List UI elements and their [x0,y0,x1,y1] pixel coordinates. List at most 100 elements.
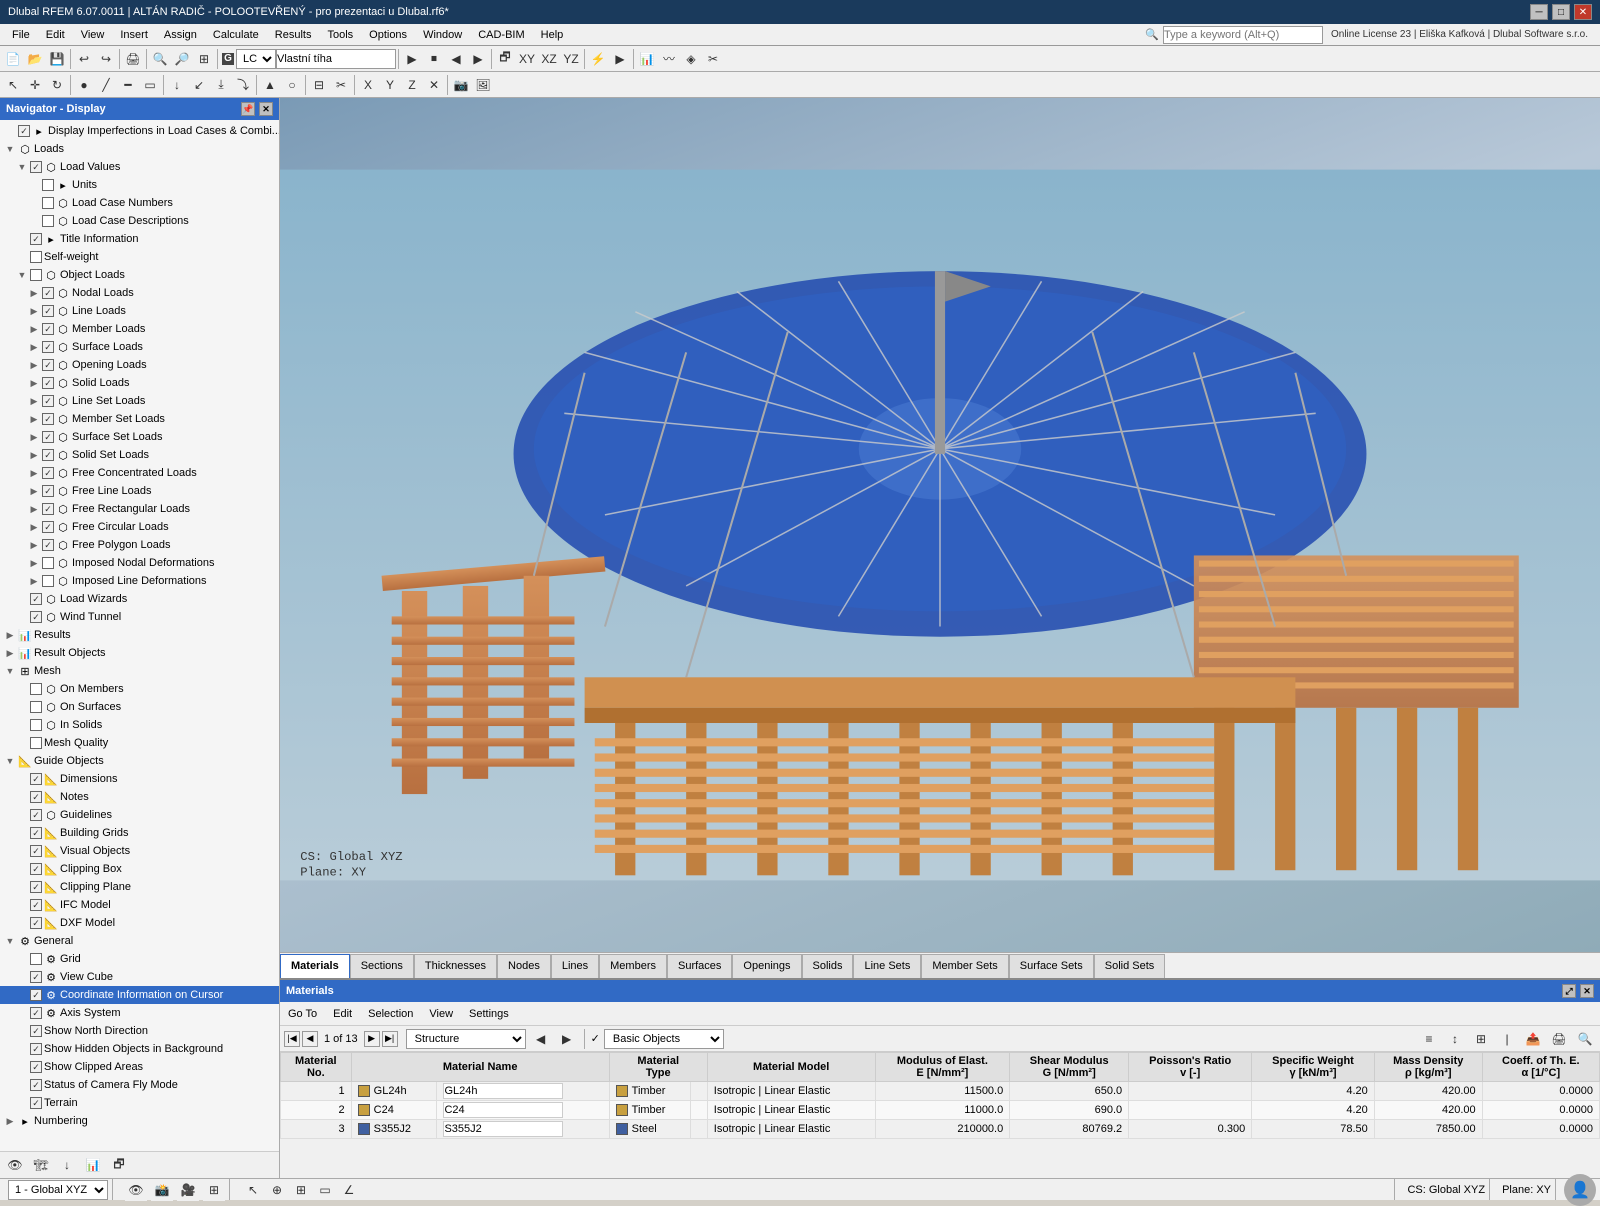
nav-item-numbering[interactable]: ▶▸Numbering [0,1112,279,1130]
nav-item-notes[interactable]: 📐Notes [0,788,279,806]
checkbox-dimensions[interactable] [30,773,42,785]
panel-goto[interactable]: Go To [284,1006,321,1022]
nav-item-on-members[interactable]: ⬡On Members [0,680,279,698]
checkbox-line-set-loads[interactable] [42,395,54,407]
delete-btn[interactable]: ✕ [423,74,445,96]
checkbox-member-loads[interactable] [42,323,54,335]
checkbox-coordinate-info[interactable] [30,989,42,1001]
tab-solid-sets[interactable]: Solid Sets [1094,954,1166,978]
y-axis-btn[interactable]: Y [379,74,401,96]
zoom-in-btn[interactable]: 🔍 [149,48,171,70]
search-input[interactable] [1163,26,1323,44]
nav-item-show-north-direction[interactable]: Show North Direction [0,1022,279,1040]
tab-line-sets[interactable]: Line Sets [853,954,921,978]
checkbox-clipping-box[interactable] [30,863,42,875]
checkbox-terrain[interactable] [30,1097,42,1109]
nav-item-wind-tunnel[interactable]: ⬡Wind Tunnel [0,608,279,626]
menu-insert[interactable]: Insert [112,27,156,43]
surface-btn[interactable]: ▭ [139,74,161,96]
nav-item-free-line-loads[interactable]: ▶⬡Free Line Loads [0,482,279,500]
prev-page-btn[interactable]: ◀ [302,1031,318,1047]
nav-item-title-information[interactable]: ▸Title Information [0,230,279,248]
maximize-button[interactable]: □ [1552,4,1570,20]
nav-item-general[interactable]: ▼⚙General [0,932,279,950]
checkbox-display-imperfections[interactable] [18,125,30,137]
menu-calculate[interactable]: Calculate [205,27,267,43]
view3d-btn[interactable]: 🗗 [494,48,516,70]
nav-item-in-solids[interactable]: ⬡In Solids [0,716,279,734]
nav-item-mesh[interactable]: ▼⊞Mesh [0,662,279,680]
x-axis-btn[interactable]: X [357,74,379,96]
checkbox-surface-loads[interactable] [42,341,54,353]
cell-name-input[interactable] [437,1120,609,1139]
checkbox-surface-set-loads[interactable] [42,431,54,443]
nav-item-status-of-camera[interactable]: Status of Camera Fly Mode [0,1076,279,1094]
checkbox-axis-system[interactable] [30,1007,42,1019]
panel-edit[interactable]: Edit [329,1006,356,1022]
checkbox-solid-loads[interactable] [42,377,54,389]
menu-results[interactable]: Results [267,27,320,43]
menu-assign[interactable]: Assign [156,27,205,43]
load-case-select[interactable]: LC1 [236,49,276,69]
nav-item-free-circular-loads[interactable]: ▶⬡Free Circular Loads [0,518,279,536]
calc-lc-btn[interactable]: ▶ [609,48,631,70]
tab-materials[interactable]: Materials [280,954,350,978]
nav-item-coordinate-info[interactable]: ⚙Coordinate Information on Cursor [0,986,279,1004]
hinge-btn[interactable]: ○ [281,74,303,96]
checkbox-free-concentrated-loads[interactable] [42,467,54,479]
checkbox-building-grids[interactable] [30,827,42,839]
member-btn[interactable]: ━ [117,74,139,96]
close-button[interactable]: ✕ [1574,4,1592,20]
nav-item-axis-system[interactable]: ⚙Axis System [0,1004,279,1022]
checkbox-object-loads[interactable] [30,269,42,281]
new-btn[interactable]: 📄 [2,48,24,70]
table-row[interactable]: 3 S355J2 Steel Isotropic | Linear Elasti… [281,1120,1600,1139]
checkbox-show-hidden-objects[interactable] [30,1043,42,1055]
table-row[interactable]: 2 C24 Timber Isotropic | Linear Elastic … [281,1101,1600,1120]
filter-select-2[interactable]: Basic Objects [604,1029,724,1049]
panel-close-btn[interactable]: ✕ [1580,984,1594,998]
status-snap-btn[interactable]: ⊕ [266,1179,288,1200]
checkbox-wind-tunnel[interactable] [30,611,42,623]
first-page-btn[interactable]: |◀ [284,1031,300,1047]
nav-item-imposed-line-deformations[interactable]: ▶⬡Imposed Line Deformations [0,572,279,590]
nav-item-units[interactable]: ▸Units [0,176,279,194]
cell-name-input[interactable] [437,1101,609,1120]
select-btn[interactable]: ↖ [2,74,24,96]
calc-all-btn[interactable]: ⚡ [587,48,609,70]
nav-item-load-case-descriptions[interactable]: ⬡Load Case Descriptions [0,212,279,230]
nav-item-grid[interactable]: ⚙Grid [0,950,279,968]
print-btn[interactable]: 🖨 [122,48,144,70]
last-page-btn[interactable]: ▶| [382,1031,398,1047]
menu-cad-bim[interactable]: CAD-BIM [470,27,532,43]
nav-icon-results[interactable]: 📊 [82,1154,104,1176]
table-search-btn[interactable]: 🔍 [1574,1028,1596,1050]
nav-icon-views[interactable]: 🗗 [108,1154,130,1176]
section-plane-btn[interactable]: ⊟ [308,74,330,96]
tab-member-sets[interactable]: Member Sets [921,954,1008,978]
status-icon3[interactable]: 🎥 [177,1179,199,1201]
checkbox-view-cube[interactable] [30,971,42,983]
tab-nodes[interactable]: Nodes [497,954,551,978]
checkbox-clipping-plane[interactable] [30,881,42,893]
checkbox-load-values[interactable] [30,161,42,173]
nav-item-load-wizards[interactable]: ⬡Load Wizards [0,590,279,608]
tab-members[interactable]: Members [599,954,667,978]
cell-type-select[interactable] [690,1082,707,1101]
nav-item-mesh-quality[interactable]: Mesh Quality [0,734,279,752]
checkbox-show-clipped-areas[interactable] [30,1061,42,1073]
nav-item-free-polygon-loads[interactable]: ▶⬡Free Polygon Loads [0,536,279,554]
next-page-btn[interactable]: ▶ [364,1031,380,1047]
viewport-3d[interactable]: CS: Global XYZ Plane: XY [280,98,1600,952]
menu-tools[interactable]: Tools [319,27,361,43]
nav-icon-loads[interactable]: ↓ [56,1154,78,1176]
nav-item-display-imperfections[interactable]: ▸Display Imperfections in Load Cases & C… [0,122,279,140]
checkbox-free-rectangular-loads[interactable] [42,503,54,515]
status-icon2[interactable]: 📸 [151,1179,173,1201]
checkbox-load-case-numbers[interactable] [42,197,54,209]
checkbox-title-information[interactable] [30,233,42,245]
checkbox-ifc-model[interactable] [30,899,42,911]
cell-type-select[interactable] [690,1101,707,1120]
table-sort-btn[interactable]: ↕ [1444,1028,1466,1050]
cut-btn[interactable]: ✂ [330,74,352,96]
